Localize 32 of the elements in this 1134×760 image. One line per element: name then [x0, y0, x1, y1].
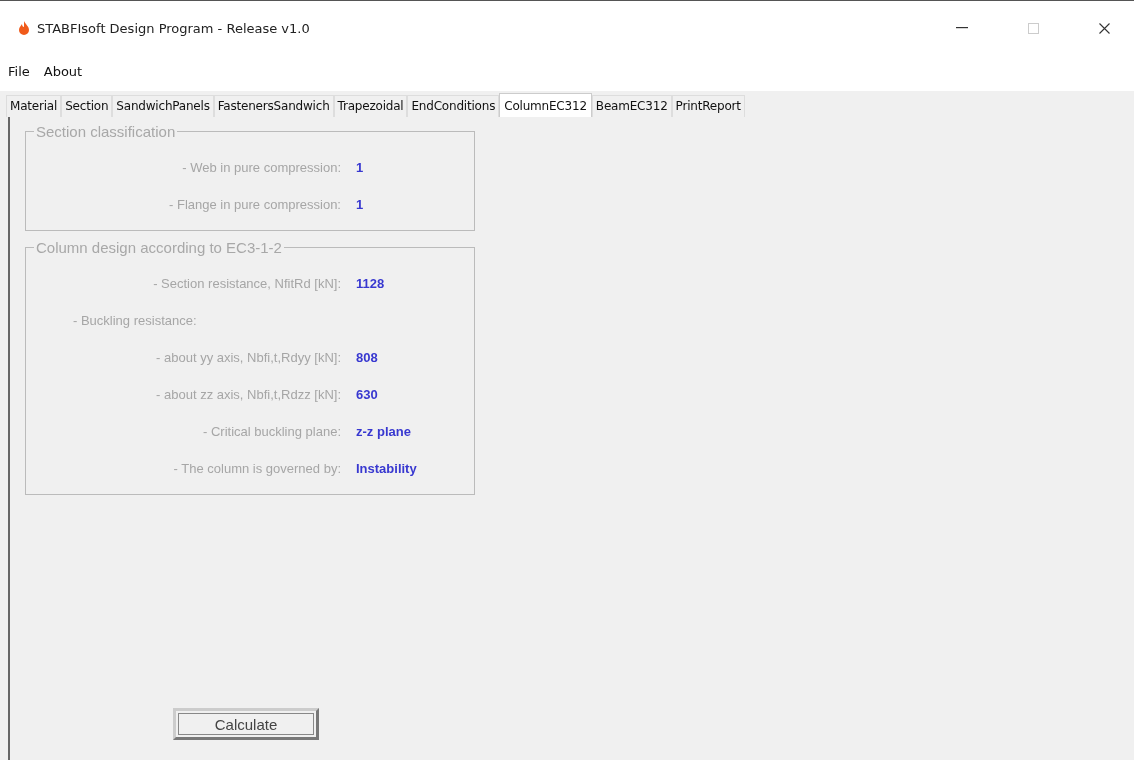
tab[interactable]: PrintReport: [671, 95, 745, 117]
field-label: - Buckling resistance:: [72, 313, 197, 328]
tab[interactable]: FastenersSandwich: [213, 95, 334, 117]
flame-icon: [18, 21, 30, 35]
tab[interactable]: SandwichPanels: [112, 95, 214, 117]
field-value: 630: [356, 387, 378, 402]
field-label: - The column is governed by:: [172, 461, 341, 476]
field-value: z-z plane: [356, 424, 411, 439]
tab[interactable]: Trapezoidal: [333, 95, 408, 117]
field-value: 1128: [356, 276, 385, 291]
tab[interactable]: Material: [6, 95, 62, 117]
field-label: - about yy axis, Nbfi,t,Rdyy [kN]:: [155, 350, 341, 365]
close-icon[interactable]: [1099, 22, 1110, 34]
field-label: - Critical buckling plane:: [202, 424, 341, 439]
calculate-button[interactable]: Calculate: [173, 708, 319, 740]
group-title: Column design according to EC3-1-2: [34, 239, 284, 256]
field-label: - Section resistance, NfitRd [kN]:: [152, 276, 341, 291]
field-value: 1: [356, 197, 364, 212]
tab[interactable]: BeamEC312: [591, 95, 672, 117]
minimize-icon[interactable]: [956, 27, 968, 29]
field-label: - Web in pure compression:: [181, 160, 341, 175]
field-value: 808: [356, 350, 378, 365]
field-label: - about zz axis, Nbfi,t,Rdzz [kN]:: [155, 387, 341, 402]
window-title: STABFIsoft Design Program - Release v1.0: [37, 20, 310, 36]
tab[interactable]: ColumnEC312: [499, 93, 592, 117]
field-value: 1: [356, 160, 364, 175]
field-label: - Flange in pure compression:: [168, 197, 341, 212]
group-title: Section classification: [34, 123, 178, 140]
menu-item[interactable]: File: [8, 63, 30, 79]
field-value: Instability: [356, 461, 417, 476]
tab[interactable]: Section: [61, 95, 113, 117]
menu-item[interactable]: About: [43, 63, 83, 79]
